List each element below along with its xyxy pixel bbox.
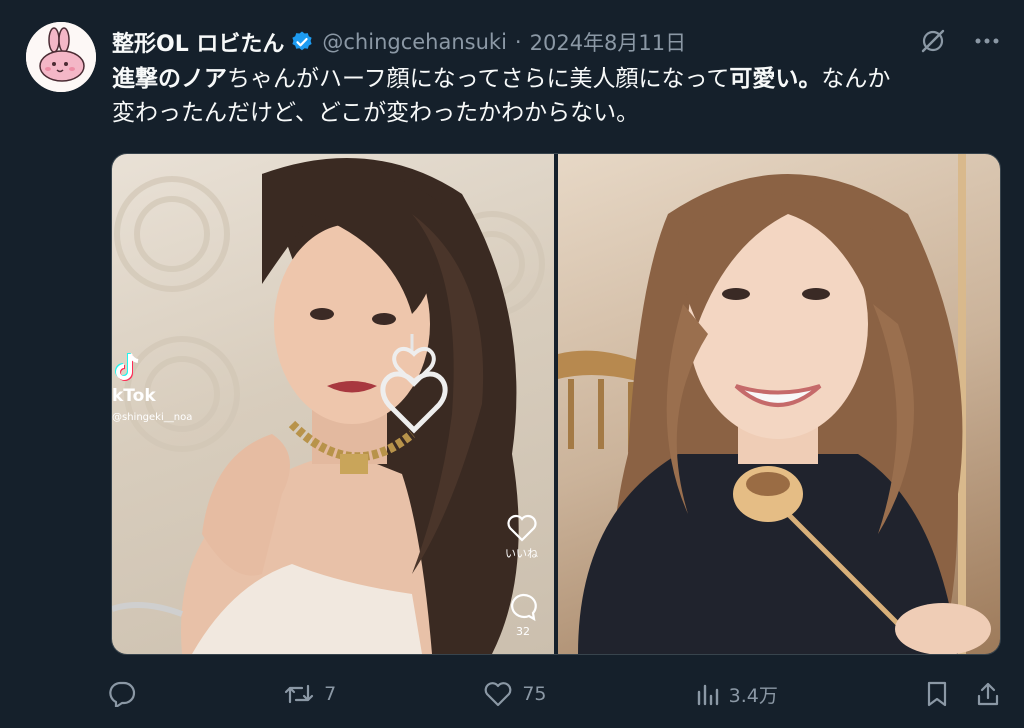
- retweet-button[interactable]: 7: [284, 682, 336, 706]
- reply-icon: [109, 681, 136, 707]
- tweet-text-part-4: なんか: [821, 66, 891, 92]
- portrait-illustration-left: [112, 158, 545, 654]
- overlay-comment: 32: [508, 592, 538, 638]
- tiktok-logo-icon: [115, 353, 139, 381]
- tweet-text-bold-2: 可愛い。: [729, 66, 822, 92]
- photo-left[interactable]: kTok @shingeki__noa いいね 32: [112, 154, 554, 654]
- like-button[interactable]: 75: [484, 681, 547, 707]
- like-count: 75: [522, 683, 547, 705]
- bookmark-button[interactable]: [926, 681, 948, 707]
- tweet-text: 進撃のノアちゃんがハーフ顔になってさらに美人顔になって可愛い。なんか変わったんだ…: [112, 62, 992, 130]
- views-button[interactable]: 3.4万: [695, 681, 778, 708]
- heart-outline-icon: [506, 514, 537, 542]
- photo-right[interactable]: [558, 154, 1000, 654]
- views-bar-chart-icon: [697, 684, 718, 706]
- portrait-illustration-right: [558, 154, 991, 654]
- comment-bubble-icon: [511, 593, 537, 622]
- retweet-icon: [285, 684, 314, 704]
- tiktok-username: @shingeki__noa: [112, 412, 193, 423]
- share-button[interactable]: [976, 681, 1000, 707]
- display-name[interactable]: 整形OL ロビたん: [112, 26, 284, 58]
- avatar[interactable]: [26, 22, 96, 92]
- tweet-text-line-2: 変わったんだけど、どこが変わったかわからない。: [112, 100, 640, 126]
- post-date[interactable]: 2024年8月11日: [530, 27, 687, 57]
- overlay-like-label: いいね: [505, 547, 538, 560]
- rabbit-avatar-icon: [26, 22, 96, 92]
- overlay-comment-count: 32: [516, 625, 530, 638]
- view-count: 3.4万: [728, 684, 778, 707]
- share-upload-icon: [977, 682, 999, 706]
- heart-icon: [484, 682, 512, 707]
- bookmark-icon: [927, 681, 947, 707]
- tweet-text-part-2: ちゃんがハーフ顔になってさらに美人顔になって: [227, 66, 730, 92]
- verified-badge-icon: [292, 31, 312, 51]
- grok-icon[interactable]: [918, 26, 948, 56]
- top-right-actions: [918, 26, 1002, 56]
- reply-button[interactable]: [108, 681, 136, 707]
- separator-dot: ·: [514, 30, 522, 54]
- tweet-text-bold-1: 進撃のノア: [112, 66, 227, 92]
- more-options-icon[interactable]: [972, 26, 1002, 56]
- tweet-header: 整形OL ロビたん @chingcehansuki · 2024年8月11日: [112, 26, 686, 58]
- secondary-actions: [926, 681, 1000, 707]
- overlay-like: いいね: [505, 514, 538, 561]
- action-bar: 7 75 3.4万: [108, 674, 1000, 714]
- media-grid: kTok @shingeki__noa いいね 32: [111, 153, 1001, 655]
- tiktok-label: kTok: [112, 386, 156, 406]
- user-handle[interactable]: @chingcehansuki: [322, 30, 507, 54]
- retweet-count: 7: [324, 683, 337, 705]
